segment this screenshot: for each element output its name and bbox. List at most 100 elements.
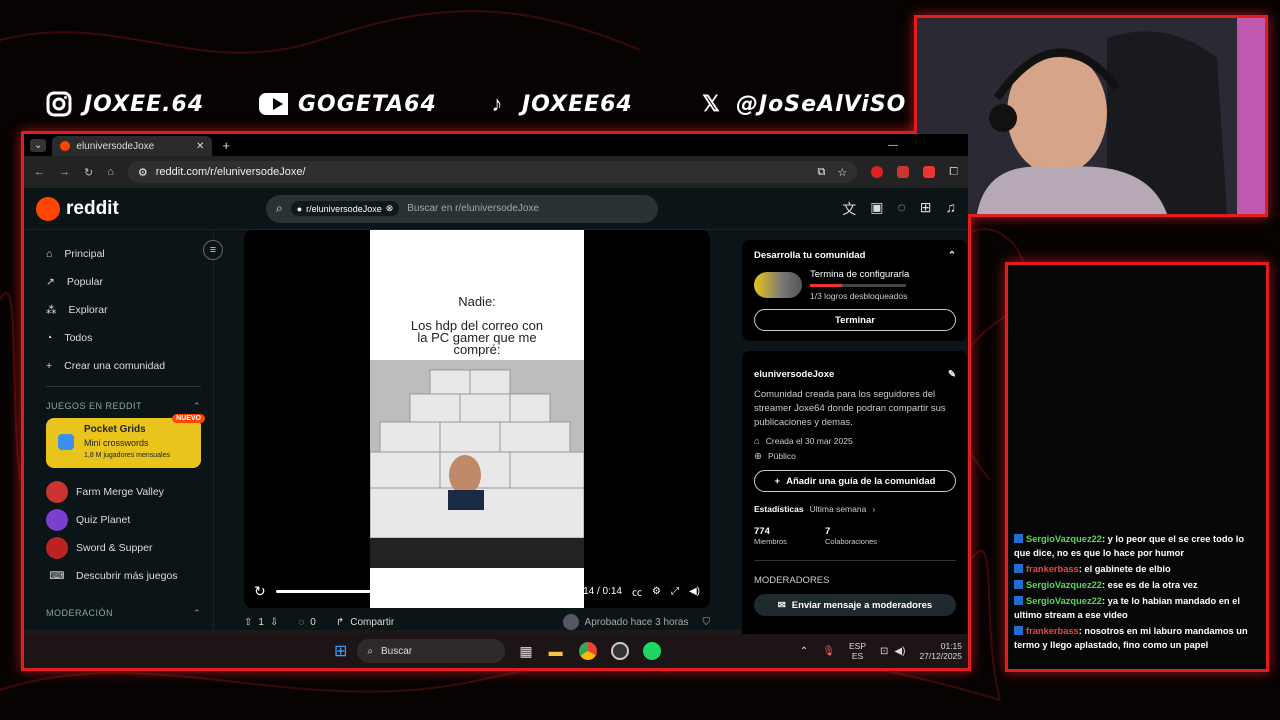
video-player[interactable]: Nadie: Los hdp del correo con la PC game… xyxy=(244,230,710,608)
site-info-icon[interactable]: ⚙ xyxy=(138,166,148,179)
games-section-header[interactable]: JUEGOS EN REDDIT ⌃ xyxy=(46,401,201,412)
tray-chevron-icon[interactable]: ⌃ xyxy=(800,646,808,657)
volume-tray-icon[interactable]: ◀) xyxy=(894,646,905,657)
social-tiktok: ♪ JOXEE64 xyxy=(482,86,633,122)
spotify-icon[interactable] xyxy=(642,642,661,660)
extension-abp-icon[interactable] xyxy=(923,166,936,178)
extension-red-icon[interactable] xyxy=(871,166,884,178)
clock[interactable]: 01:15 27/12/2025 xyxy=(919,641,962,661)
search-bar[interactable]: ⌕ ● r/eluniversodeJoxe ⊗ Buscar en r/eluni… xyxy=(266,194,658,223)
finish-button[interactable]: Terminar xyxy=(754,309,956,331)
vote-group: ⇧ 1 ⇩ xyxy=(244,617,278,628)
message-mods-button[interactable]: ✉ Enviar mensaje a moderadores xyxy=(754,594,956,616)
captions-icon[interactable]: ㏄ xyxy=(632,584,642,599)
meme-line-2: Los hdp del correo con la PC gamer que m… xyxy=(410,318,544,357)
chat-username[interactable]: SergioVazquez22 xyxy=(1026,580,1102,590)
reddit-logo[interactable]: reddit xyxy=(36,196,266,221)
streamer-webcam-image xyxy=(917,18,1265,214)
minimize-icon[interactable]: — xyxy=(888,140,898,151)
collapse-chevron-icon[interactable]: ⌃ xyxy=(948,250,956,261)
network-icon[interactable]: ⊡ xyxy=(880,646,888,657)
back-icon[interactable]: ← xyxy=(34,166,45,178)
replay-icon[interactable]: ↻ xyxy=(254,583,266,600)
nav-popular[interactable]: ↗ Popular xyxy=(36,268,201,296)
translate-icon[interactable]: 文 xyxy=(842,199,856,219)
pocket-grids-icon xyxy=(58,434,74,450)
add-guide-button[interactable]: + Añadir una guía de la comunidad xyxy=(754,470,956,492)
discover-games[interactable]: ⌨ Descubrir más juegos xyxy=(36,562,201,590)
quiz-planet-icon xyxy=(46,509,68,531)
nav-explorar[interactable]: ⁂ Explorar xyxy=(36,296,201,324)
install-icon[interactable]: ⧉ xyxy=(817,166,825,179)
chat-username[interactable]: frankerbass xyxy=(1026,626,1079,636)
fullscreen-icon[interactable]: ⤢ xyxy=(671,586,679,597)
left-sidebar: ≡ ⌂ Principal ↗ Popular ⁂ Explorar ◔ Todos +… xyxy=(24,230,223,630)
home-icon[interactable]: ⌂ xyxy=(107,166,114,178)
nav-create-community[interactable]: + Crear una comunidad xyxy=(36,352,201,380)
stats-period[interactable]: Última semana xyxy=(810,504,867,514)
shield-icon[interactable]: ⛉ xyxy=(703,617,711,628)
chip-close-icon[interactable]: ⊗ xyxy=(386,203,394,214)
bookmark-star-icon[interactable]: ☆ xyxy=(837,166,847,179)
microphone-icon[interactable]: 🎙 xyxy=(822,646,835,657)
share-label: Compartir xyxy=(350,616,395,628)
chat-badge-icon xyxy=(1014,580,1023,589)
game-label: Farm Merge Valley xyxy=(76,486,164,498)
game-farm-merge[interactable]: Farm Merge Valley xyxy=(36,478,201,506)
volume-icon[interactable]: ◀) xyxy=(689,586,700,597)
game-sword-supper[interactable]: Sword & Supper xyxy=(36,534,201,562)
community-name: eluniversodeJoxe xyxy=(754,369,835,380)
chat-icon[interactable]: ◌ xyxy=(897,199,905,219)
video-controls: ↻ 0:14 / 0:14 ㏄ ⚙ ⤢ ◀) xyxy=(244,574,710,608)
chat-panel: SergioVazquez22: y lo peor que el se cre… xyxy=(1008,265,1266,669)
chrome-icon[interactable] xyxy=(578,642,597,660)
nav-label: Popular xyxy=(66,276,104,288)
task-view-icon[interactable]: ▦ xyxy=(519,643,532,660)
browser-window: ⌄ eluniversodeJoxe ✕ + — ← → ↻ ⌂ ⚙ reddi… xyxy=(24,134,968,668)
reddit-header: reddit ⌕ ● r/eluniversodeJoxe ⊗ Buscar en … xyxy=(24,188,968,230)
extensions-puzzle-icon[interactable]: ⧠ xyxy=(949,166,958,179)
meme-frame: Nadie: Los hdp del correo con la PC game… xyxy=(369,230,585,608)
chat-username[interactable]: SergioVazquez22 xyxy=(1026,534,1102,544)
chevron-right-icon: › xyxy=(872,504,876,514)
new-tab-button[interactable]: + xyxy=(222,138,230,153)
achievement-icon xyxy=(754,272,802,298)
search-community-chip[interactable]: ● r/eluniversodeJoxe ⊗ xyxy=(290,201,400,216)
instagram-handle: JOXEE.64 xyxy=(84,91,205,117)
chat-username[interactable]: frankerbass xyxy=(1026,564,1079,574)
upvote-icon[interactable]: ⇧ xyxy=(244,617,252,628)
featured-game-card[interactable]: NUEVO Pocket Grids Mini crosswords 1,8 M… xyxy=(46,414,205,468)
obs-icon[interactable] xyxy=(610,642,629,660)
chat-username[interactable]: SergioVazquez22 xyxy=(1026,596,1102,606)
windows-start-icon[interactable]: ⊞ xyxy=(334,641,347,661)
taskbar-search[interactable]: ⌕ Buscar xyxy=(357,639,506,663)
settings-gear-icon[interactable]: ⚙ xyxy=(652,586,661,597)
notifications-icon[interactable]: ♫ xyxy=(946,199,957,219)
game-players: 1,8 M jugadores mensuales xyxy=(84,452,170,459)
tab-close-icon[interactable]: ✕ xyxy=(196,141,204,152)
game-label: Sword & Supper xyxy=(76,542,153,554)
moderation-section-header[interactable]: MODERACIÓN ⌃ xyxy=(46,608,201,619)
plus-icon: + xyxy=(46,360,53,372)
ads-icon[interactable]: ▣ xyxy=(870,199,883,219)
file-explorer-icon[interactable]: ▬ xyxy=(549,643,563,659)
edit-pencil-icon[interactable]: ✎ xyxy=(948,369,956,380)
share-button[interactable]: ↱ Compartir xyxy=(336,617,394,628)
tab-list-chevron-icon[interactable]: ⌄ xyxy=(30,138,47,152)
language-indicator[interactable]: ESP ES xyxy=(849,641,866,661)
create-post-icon[interactable]: ⊞ xyxy=(920,199,932,219)
chat-text: : el gabinete de elbio xyxy=(1078,564,1171,574)
downvote-icon[interactable]: ⇩ xyxy=(270,617,278,628)
address-bar[interactable]: ⚙ reddit.com/r/eluniversodeJoxe/ ⧉ ☆ xyxy=(127,161,858,183)
reload-icon[interactable]: ↻ xyxy=(84,166,93,179)
video-progress-bar[interactable] xyxy=(275,585,569,596)
extension-shield-icon[interactable] xyxy=(897,166,910,178)
video-photo xyxy=(369,360,585,568)
nav-principal[interactable]: ⌂ Principal xyxy=(36,240,201,268)
comments-button[interactable]: ◌ 0 xyxy=(298,617,316,628)
browser-tab[interactable]: eluniversodeJoxe ✕ xyxy=(52,136,213,156)
forward-icon[interactable]: → xyxy=(59,166,70,178)
nav-todos[interactable]: ◔ Todos xyxy=(36,324,201,352)
sword-supper-icon xyxy=(46,537,68,559)
game-quiz-planet[interactable]: Quiz Planet xyxy=(36,506,201,534)
